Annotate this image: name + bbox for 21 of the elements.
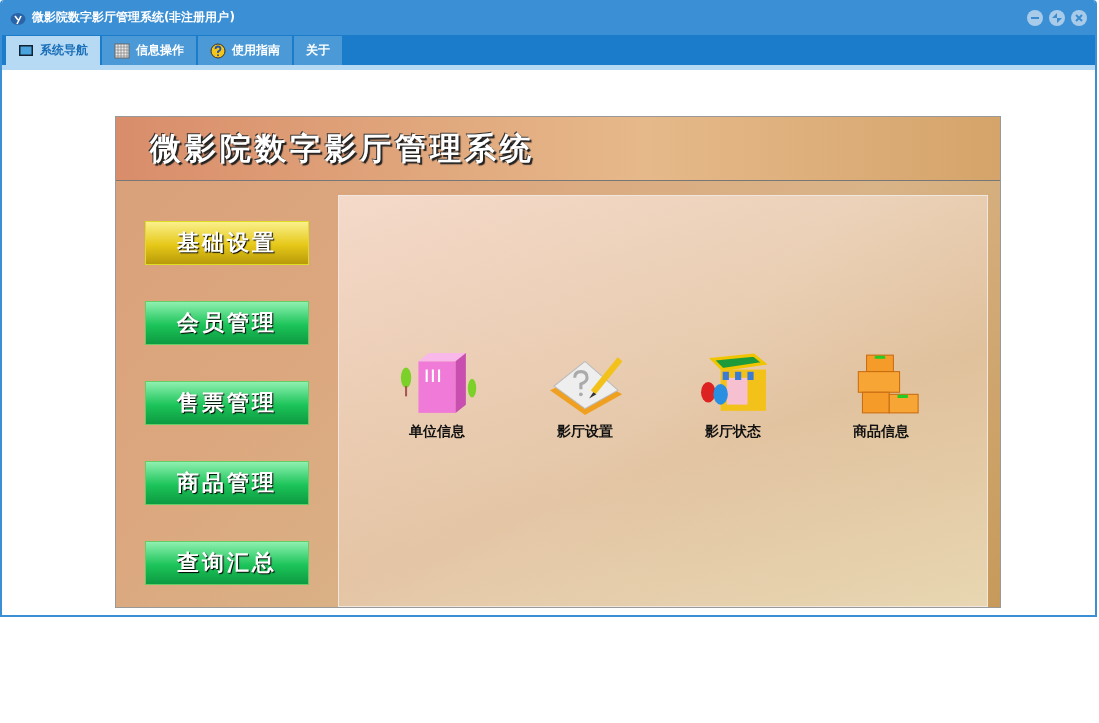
shortcut-label: 影厅设置 bbox=[557, 423, 613, 441]
shortcut-label: 商品信息 bbox=[853, 423, 909, 441]
menu-button[interactable]: 售票管理 bbox=[145, 381, 309, 425]
menu-button[interactable]: 会员管理 bbox=[145, 301, 309, 345]
tab[interactable]: 信息操作 bbox=[102, 36, 196, 65]
menu-button[interactable]: 商品管理 bbox=[145, 461, 309, 505]
banner-title: 微影院数字影厅管理系统 bbox=[150, 128, 535, 168]
monitor-icon bbox=[18, 42, 34, 59]
help-icon bbox=[210, 42, 226, 59]
tab[interactable]: 关于 bbox=[294, 36, 342, 65]
shortcut-label: 单位信息 bbox=[409, 423, 465, 441]
tab[interactable]: 使用指南 bbox=[198, 36, 292, 65]
close-icon[interactable] bbox=[1071, 9, 1087, 26]
grid-icon bbox=[114, 42, 130, 59]
shortcut-label: 影厅状态 bbox=[705, 423, 761, 441]
window-title: 微影院数字影厅管理系统(非注册用户) bbox=[32, 9, 235, 26]
menu-button[interactable]: 基础设置 bbox=[145, 221, 309, 265]
menu-button[interactable]: 查询汇总 bbox=[145, 541, 309, 585]
minimize-icon[interactable] bbox=[1027, 9, 1043, 26]
maximize-icon[interactable] bbox=[1049, 9, 1065, 26]
tab[interactable]: 系统导航 bbox=[6, 36, 100, 65]
